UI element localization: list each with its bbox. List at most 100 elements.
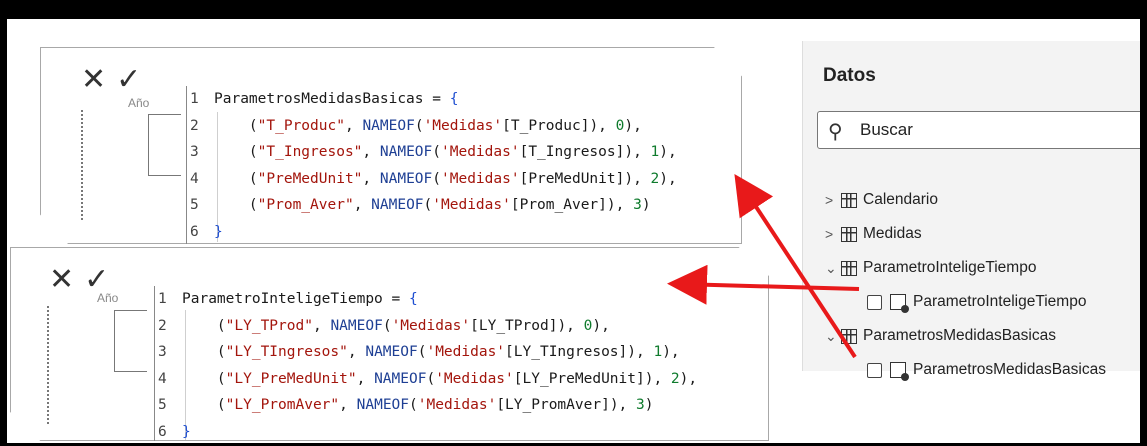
code-token: NAMEOF [379,144,433,160]
code-token: ( [214,117,258,134]
data-pane: Datos ⚲ Buscar > Calendario > Medidas ⌄ … [802,41,1140,381]
code-token: "T_Produc" [257,117,345,134]
code-token: ( [182,317,226,334]
code-token: , [339,397,357,413]
background-bracket [148,114,181,176]
code-token: NAMEOF [371,197,424,213]
code-token: , [353,197,372,213]
table-icon [841,328,857,344]
field-checkbox[interactable] [867,294,882,310]
tree-item-medidas[interactable]: > Medidas [825,225,922,243]
line-number: 5 [154,392,176,419]
search-input[interactable]: ⚲ Buscar [817,111,1140,149]
code-token: 2 [650,170,660,187]
code-token: 'Medidas' [432,197,511,213]
code-line[interactable]: 3 ("LY_TIngresos", NAMEOF('Medidas'[LY_T… [154,339,697,366]
tree-item-parametro-intelige-tiempo[interactable]: ⌄ ParametroInteligeTiempo [825,259,1036,277]
code-token: 'Medidas' [441,144,520,160]
code-token: , [356,370,375,387]
line-number: 4 [186,165,208,192]
chevron-down-icon[interactable]: ⌄ [825,260,841,277]
field-parametro-intelige-tiempo[interactable]: ParametroInteligeTiempo [867,293,1086,313]
close-icon[interactable]: ✕ [81,62,106,97]
code-token: ( [382,317,392,334]
code-token: , [344,117,363,134]
code-line[interactable]: 2 ("LY_TProd", NAMEOF('Medidas'[LY_TProd… [154,312,697,339]
chevron-down-icon[interactable]: ⌄ [825,328,841,345]
code-token: ) [644,397,654,413]
code-token: ( [432,144,442,160]
chevron-right-icon[interactable]: > [825,192,841,208]
code-token: ( [182,344,226,360]
code-token: ), [679,370,698,387]
line-number: 4 [154,365,176,392]
pane-title: Datos [823,65,876,86]
tree-item-label: ParametroInteligeTiempo [863,259,1037,276]
field-parametros-medidas-basicas[interactable]: ParametrosMedidasBasicas [867,361,1106,381]
code-token: NAMEOF [365,344,418,360]
code-token: "LY_PreMedUnit" [225,370,357,387]
code-token: "LY_TIngresos" [225,344,348,360]
code-token: ), [624,117,642,134]
background-dotted-line [81,110,83,220]
code-token: "Prom_Aver" [257,197,354,213]
line-number: 1 [186,86,208,113]
background-bracket [114,310,147,372]
code-token: 1 [653,344,663,360]
code-line[interactable]: 5 ("Prom_Aver", NAMEOF('Medidas'[Prom_Av… [186,192,677,219]
code-line[interactable]: 4 ("LY_PreMedUnit", NAMEOF('Medidas'[LY_… [154,365,698,392]
code-line[interactable]: 6} [186,218,677,244]
code-token: "LY_PromAver" [225,397,340,413]
code-token: ( [423,197,433,213]
code-line[interactable]: 1 ParametroInteligeTiempo = { [154,286,697,313]
close-icon[interactable]: ✕ [49,262,74,297]
code-token: 2 [670,370,680,387]
dax-formula-editor-parametros-medidas-basicas[interactable]: ✕ ✓ Año 1 ParametrosMedidasBasicas = {2 ("… [40,47,742,244]
code-token: "LY_TProd" [225,317,313,334]
code-line[interactable]: 2 ("T_Produc", NAMEOF('Medidas'[T_Produc… [186,112,677,139]
code-line[interactable]: 1 ParametrosMedidasBasicas = { [186,86,677,113]
code-token: 'Medidas' [417,397,497,413]
code-token: , [362,144,380,160]
code-line[interactable]: 5 ("LY_PromAver", NAMEOF('Medidas'[LY_Pr… [154,392,697,419]
tree-item-parametros-medidas-basicas[interactable]: ⌄ ParametrosMedidasBasicas [825,327,1056,345]
line-number: 3 [154,339,176,366]
code-token: [LY_TIngresos]), [505,344,654,360]
code-token: ParametroInteligeTiempo = [182,291,409,307]
code-token: "T_Ingresos" [257,144,363,160]
code-token: NAMEOF [374,370,427,387]
dax-formula-editor-parametro-intelige-tiempo[interactable]: ✕ ✓ Año 1 ParametroInteligeTiempo = {2 ("L… [10,247,769,441]
field-label: ParametrosMedidasBasicas [913,361,1106,378]
background-label: Año [97,291,119,305]
line-number: 2 [186,112,208,139]
tree-item-calendario[interactable]: > Calendario [825,191,938,209]
field-checkbox[interactable] [867,362,882,378]
code-token: ( [214,170,258,187]
code-token: ( [214,144,258,160]
search-placeholder: Buscar [860,120,913,139]
code-token: ( [182,370,226,387]
code-token: [T_Ingresos]), [519,144,651,160]
chevron-right-icon[interactable]: > [825,226,841,242]
code-token: ( [426,370,436,387]
code-line[interactable]: 6} [154,418,697,441]
table-icon [841,260,857,276]
code-line[interactable]: 3 ("T_Ingresos", NAMEOF('Medidas'[T_Ingr… [186,139,677,166]
search-icon: ⚲ [828,121,843,143]
code-token: ( [432,170,442,187]
code-area[interactable]: 1 ParametrosMedidasBasicas = {2 ("T_Produ… [186,86,677,244]
code-token: [LY_PreMedUnit]), [513,370,671,387]
parameter-icon [890,362,909,381]
code-token: 3 [636,397,645,413]
code-token: { [408,291,418,307]
code-token: , [312,317,331,334]
code-token: NAMEOF [362,117,415,134]
code-token: [LY_TProd]), [470,317,584,334]
table-icon [841,226,857,242]
parameter-icon [890,294,909,313]
formula-toolbar: ✕ ✓ [81,62,151,97]
tree-item-label: ParametrosMedidasBasicas [863,327,1056,344]
code-line[interactable]: 4 ("PreMedUnit", NAMEOF('Medidas'[PreMed… [186,165,677,192]
code-area[interactable]: 1 ParametroInteligeTiempo = {2 ("LY_TProd… [154,286,698,441]
check-icon[interactable]: ✓ [116,62,141,97]
